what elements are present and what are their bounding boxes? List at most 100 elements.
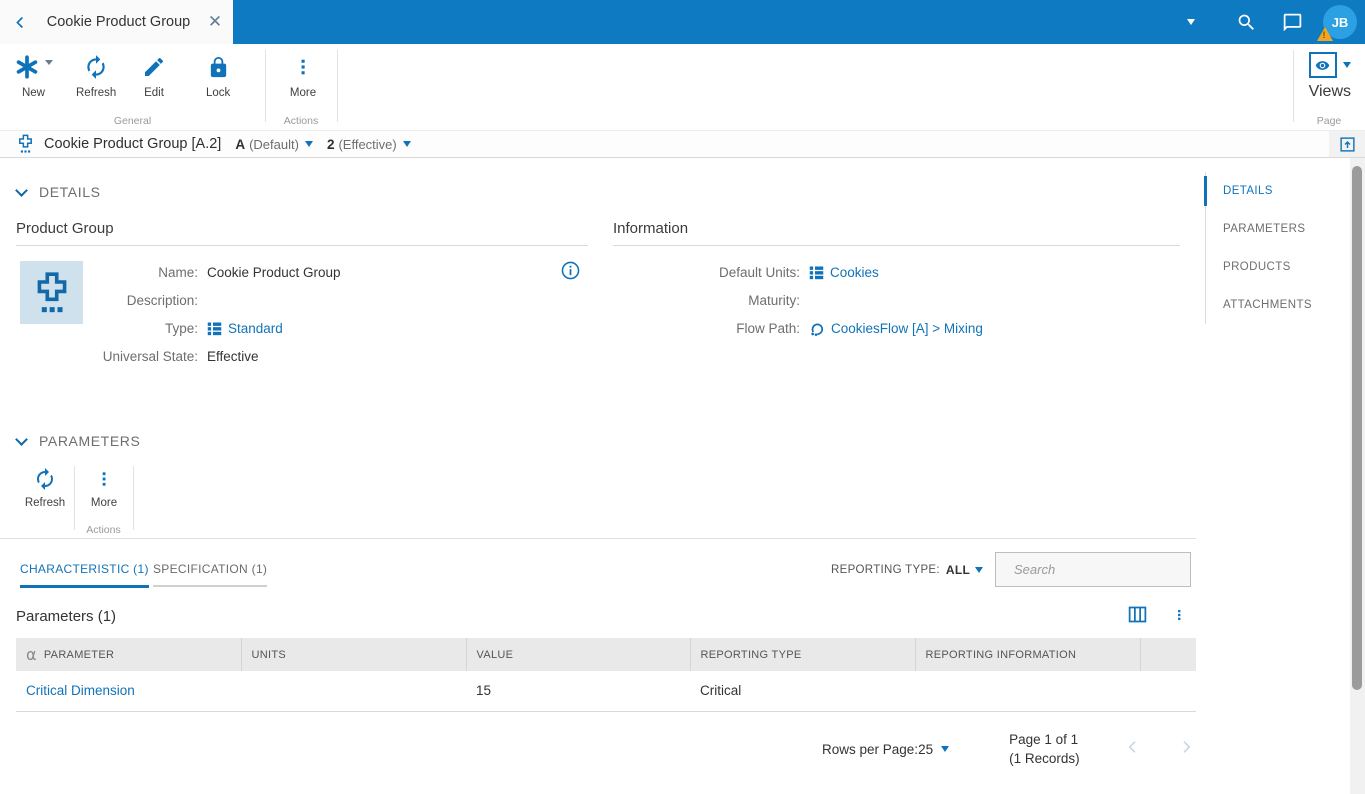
nav-item-attachments[interactable]: ATTACHMENTS — [1206, 286, 1345, 324]
information-fields: Default Units: Cookies Maturity: Flow Pa… — [613, 263, 983, 338]
version-caret-icon — [304, 141, 313, 147]
product-group-fields: Name: Cookie Product Group Description: … — [88, 263, 341, 366]
maturity-value — [809, 291, 983, 310]
column-chooser-button[interactable] — [1127, 604, 1148, 630]
chevron-right-icon — [1183, 740, 1191, 753]
flow-path-label: Flow Path: — [736, 321, 800, 336]
back-chevron-icon — [15, 16, 23, 28]
tab-specification[interactable]: SPECIFICATION (1) — [153, 562, 268, 587]
col-parameter[interactable]: α PARAMETER — [16, 638, 242, 671]
maturity-label: Maturity: — [748, 293, 800, 308]
cell-units — [241, 671, 466, 712]
breadcrumb-bar: Cookie Product Group [A.2] A (Default) 2… — [0, 130, 1365, 158]
vertical-scrollbar[interactable] — [1350, 158, 1365, 794]
previous-page-button[interactable] — [1125, 739, 1141, 760]
views-button[interactable]: Views — [1309, 52, 1351, 101]
tab-characteristic[interactable]: CHARACTERISTIC (1) — [20, 562, 149, 588]
reporting-type-caret-icon — [975, 567, 984, 573]
product-group-heading: Product Group — [16, 220, 114, 237]
edit-pencil-icon — [142, 52, 166, 82]
next-page-button[interactable] — [1178, 739, 1194, 760]
nav-item-details[interactable]: DETAILS — [1204, 172, 1345, 210]
page-count: Page 1 of 1 — [1009, 732, 1079, 747]
type-value-link[interactable]: Standard — [228, 321, 283, 336]
more-button[interactable]: More — [280, 52, 326, 99]
back-button[interactable] — [0, 0, 40, 44]
cell-reporting-information — [915, 671, 1140, 712]
parameters-refresh-button[interactable]: Refresh — [20, 466, 70, 509]
topbar-dropdown-caret-icon[interactable] — [1187, 19, 1195, 25]
columns-icon — [1128, 606, 1147, 623]
information-heading: Information — [613, 220, 689, 237]
refresh-button[interactable]: Refresh — [76, 52, 116, 99]
parameters-section-header[interactable]: PARAMETERS — [15, 432, 140, 449]
universal-state-label: Universal State: — [102, 349, 198, 364]
type-label: Type: — [164, 321, 198, 336]
name-value: Cookie Product Group — [207, 265, 341, 280]
product-group-icon — [37, 271, 66, 312]
parameters-search — [995, 552, 1192, 587]
default-units-value-link[interactable]: Cookies — [830, 265, 879, 280]
open-in-window-button[interactable] — [1329, 131, 1365, 157]
pagination-footer: Rows per Page: 25 Page 1 of 1 (1 Records) — [822, 730, 1194, 768]
col-value[interactable]: VALUE — [466, 638, 691, 671]
version-selector[interactable]: A (Default) — [235, 137, 313, 152]
description-label: Description: — [126, 293, 198, 308]
parameter-link[interactable]: Critical Dimension — [26, 683, 135, 698]
breadcrumb-title: Cookie Product Group [A.2] — [44, 136, 222, 152]
col-actions — [1140, 638, 1196, 671]
col-reporting-information[interactable]: REPORTING INFORMATION — [915, 638, 1141, 671]
cell-value: 15 — [466, 671, 690, 712]
nav-item-products[interactable]: PRODUCTS — [1206, 248, 1345, 286]
user-avatar[interactable]: JB — [1315, 0, 1365, 44]
tab-title[interactable]: Cookie Product Group — [40, 14, 197, 30]
parameters-more-button[interactable]: More — [80, 466, 128, 509]
product-group-thumbnail[interactable] — [20, 261, 83, 324]
edit-button[interactable]: Edit — [142, 52, 166, 99]
rows-per-page-caret-icon — [941, 746, 950, 752]
revision-selector[interactable]: 2 (Effective) — [327, 137, 411, 152]
table-row: Critical Dimension 15 Critical — [16, 671, 1196, 712]
open-in-window-icon — [1339, 136, 1355, 152]
col-units[interactable]: UNITS — [241, 638, 467, 671]
new-asterisk-icon — [14, 52, 53, 82]
parameters-toolbar: Refresh More Actions — [0, 466, 1196, 538]
universal-state-value: Effective — [207, 349, 259, 364]
new-button[interactable]: New — [14, 52, 53, 99]
cell-actions — [1140, 671, 1196, 712]
page-info: Page 1 of 1 (1 Records) — [1009, 730, 1080, 768]
nav-item-parameters[interactable]: PARAMETERS — [1206, 210, 1345, 248]
eye-icon — [1308, 52, 1337, 78]
divider — [613, 245, 1180, 246]
reporting-type-dropdown[interactable]: ALL — [946, 563, 984, 577]
toolbar-separator — [133, 466, 134, 530]
details-section-header[interactable]: DETAILS — [15, 183, 101, 200]
list-icon — [207, 322, 222, 336]
scrollbar-thumb[interactable] — [1352, 166, 1362, 690]
tab-close-icon[interactable]: ✕ — [197, 0, 233, 44]
parameters-collapse-icon — [15, 432, 28, 446]
search-input[interactable] — [1014, 562, 1192, 577]
product-group-panel: Product Group — [16, 220, 588, 246]
chat-icon[interactable] — [1269, 0, 1315, 44]
name-label: Name: — [158, 265, 198, 280]
table-more-button[interactable] — [1172, 604, 1186, 631]
default-units-label: Default Units: — [718, 265, 800, 280]
lock-icon — [207, 52, 230, 82]
rows-per-page-dropdown[interactable]: Rows per Page: 25 — [822, 742, 950, 757]
lock-button[interactable]: Lock — [206, 52, 230, 99]
alpha-sort-icon: α — [26, 645, 37, 664]
ribbon-separator — [337, 50, 338, 122]
flow-path-icon — [811, 323, 824, 336]
warning-badge-icon — [1317, 27, 1333, 41]
search-icon[interactable] — [1223, 0, 1269, 44]
col-reporting-type[interactable]: REPORTING TYPE — [690, 638, 916, 671]
information-panel: Information — [613, 220, 1180, 246]
info-icon-button[interactable] — [560, 260, 581, 286]
flow-path-value-link[interactable]: CookiesFlow [A] > Mixing — [831, 321, 983, 336]
cell-reporting-type: Critical — [690, 671, 915, 712]
parameters-toolbar-group-actions: Actions — [86, 524, 121, 536]
reporting-type-label: REPORTING TYPE: — [831, 564, 940, 576]
more-dots-icon — [94, 466, 114, 492]
ribbon-separator — [1293, 50, 1294, 122]
